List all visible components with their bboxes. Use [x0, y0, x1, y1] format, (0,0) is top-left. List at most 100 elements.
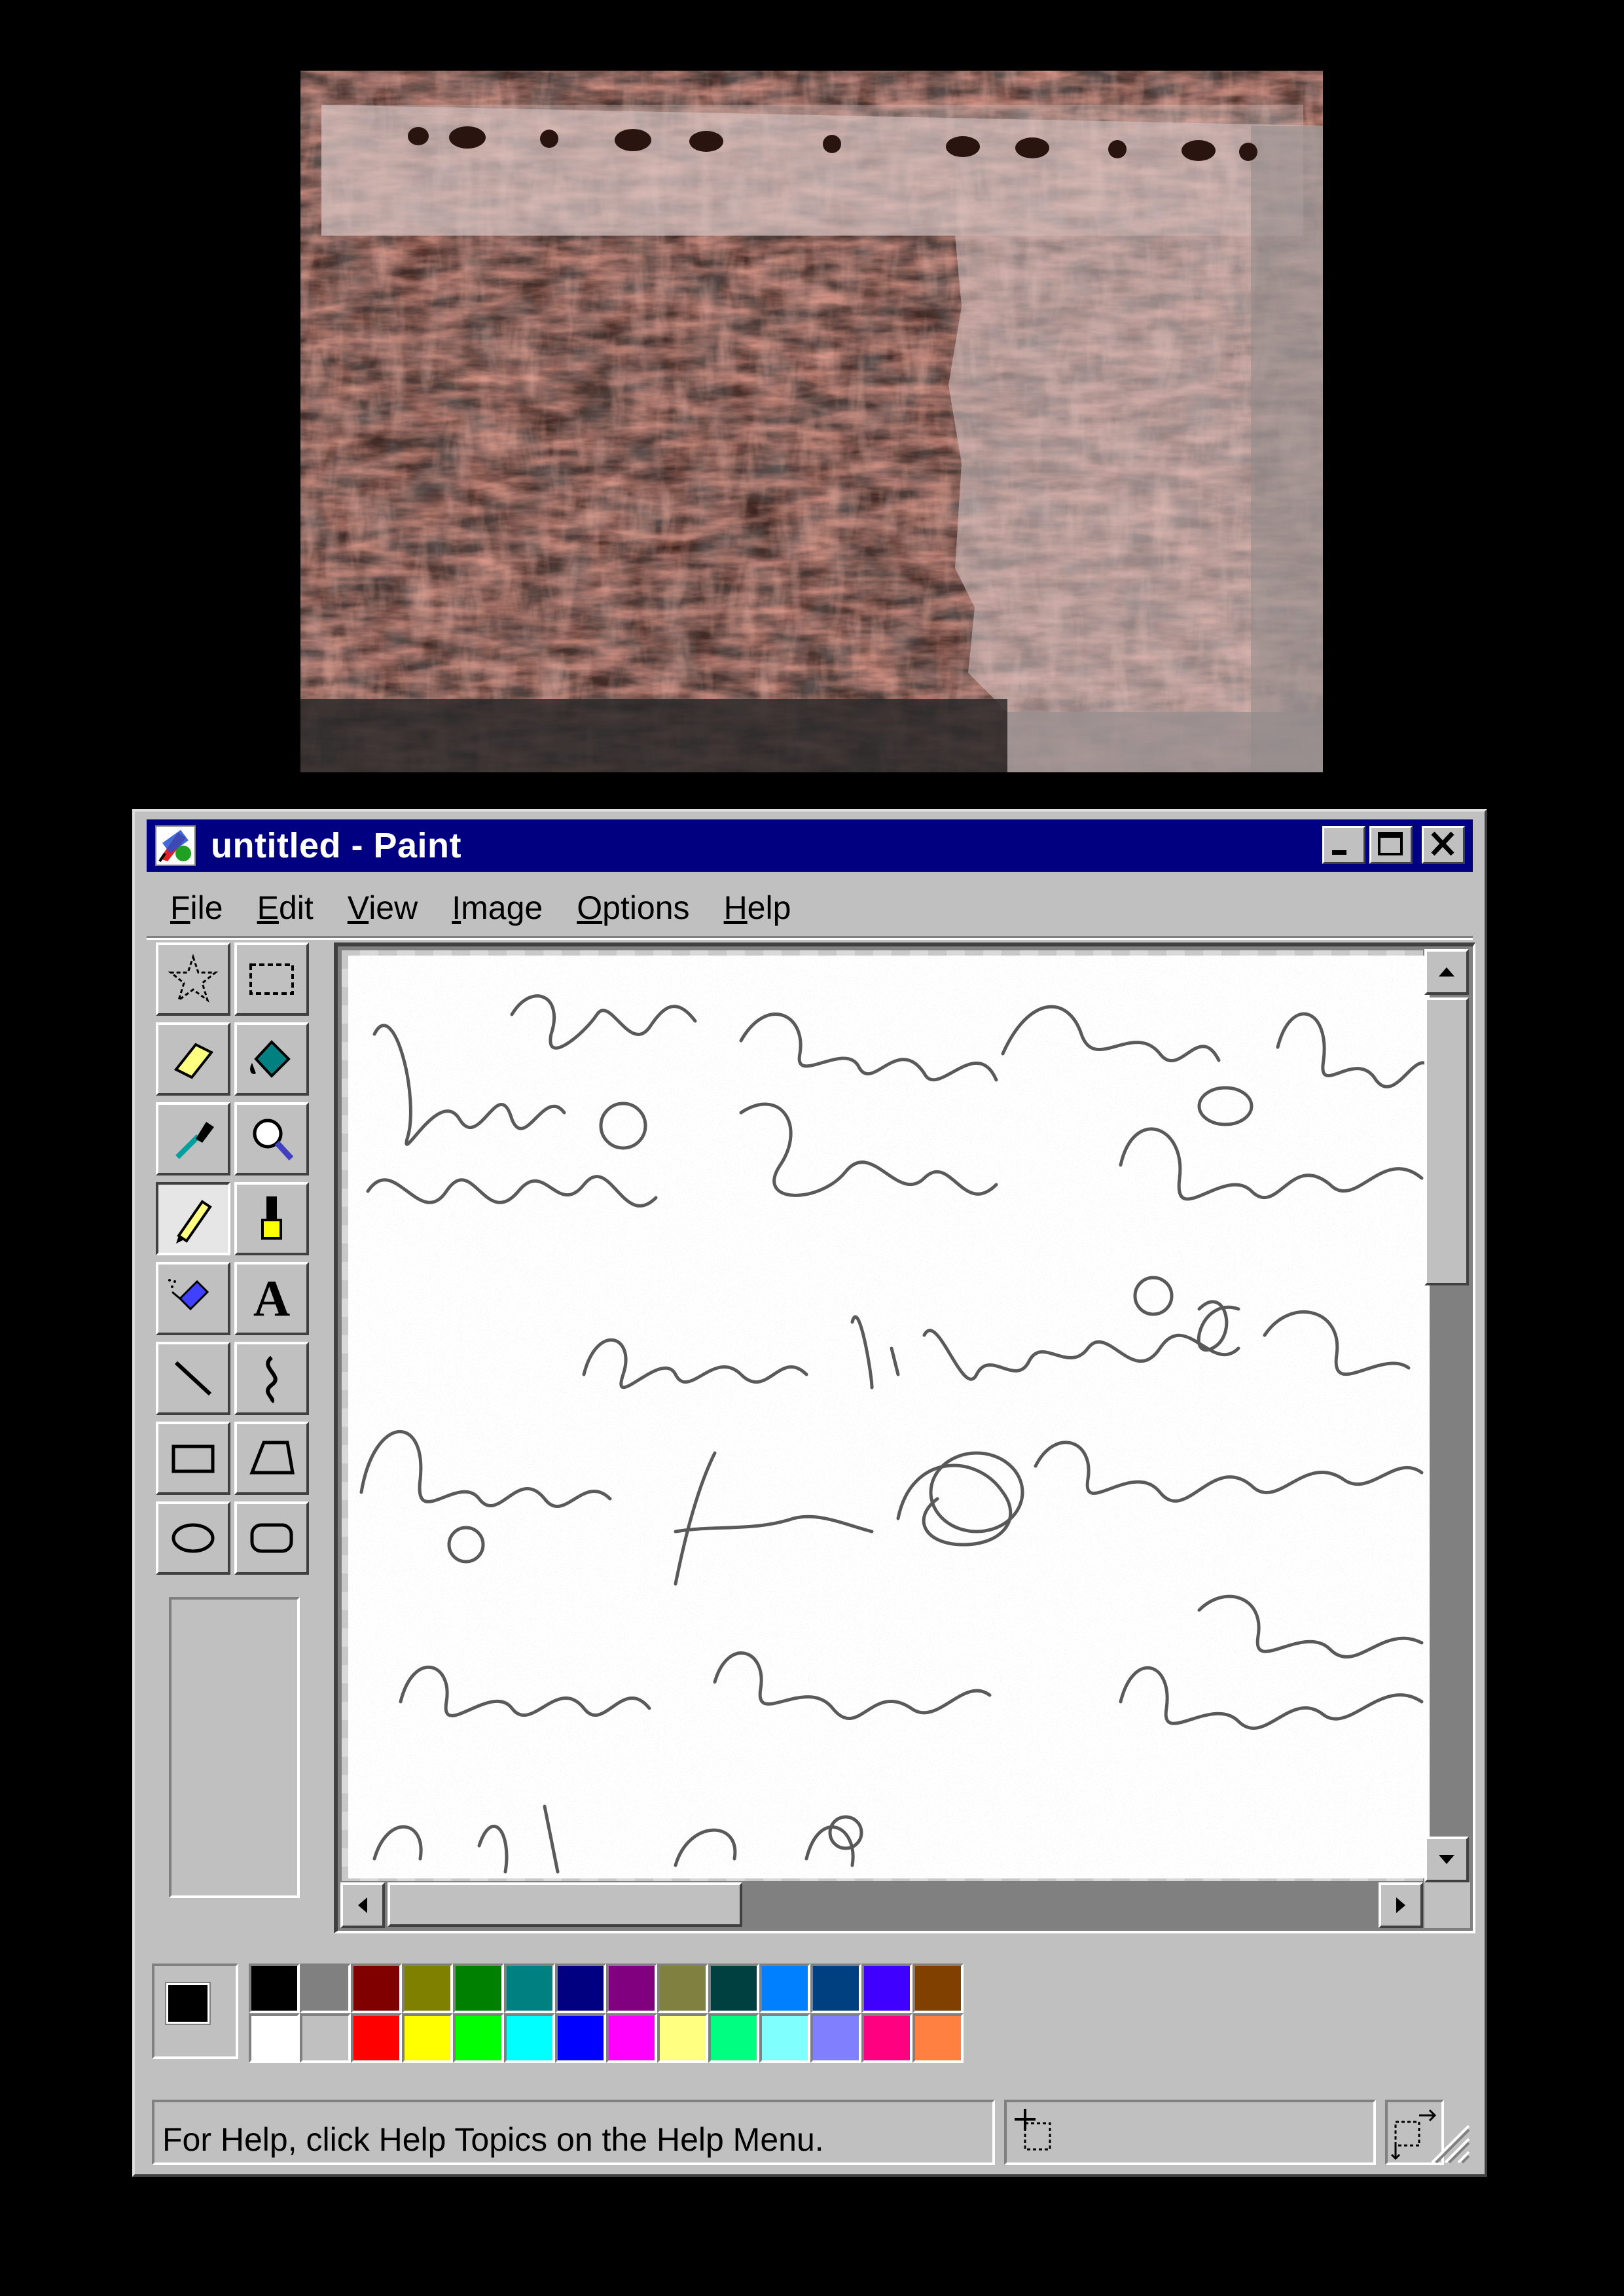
scroll-left-button[interactable]: [340, 1882, 385, 1928]
scroll-up-button[interactable]: [1424, 949, 1469, 995]
menu-file[interactable]: File: [153, 884, 240, 929]
tool-fill-bucket-button[interactable]: [234, 1022, 309, 1096]
menu-accelerator: E: [257, 889, 279, 926]
palette-color-swatch[interactable]: [555, 1964, 606, 2013]
menu-accelerator: V: [347, 889, 369, 926]
resize-grip-icon[interactable]: [1419, 2113, 1471, 2165]
polygon-icon: [249, 1441, 295, 1475]
menu-label-rest: elp: [747, 889, 791, 926]
arrow-down-icon: [1439, 1855, 1454, 1864]
scroll-corner: [1424, 1882, 1470, 1928]
line-icon: [174, 1361, 212, 1396]
menu-label-rest: ptions: [602, 889, 690, 926]
menu-label-rest: iew: [369, 889, 418, 926]
color-picker-icon: [175, 1122, 214, 1159]
tool-magnifier-button[interactable]: [234, 1102, 309, 1175]
tool-pencil-button[interactable]: [156, 1182, 230, 1255]
palette-color-swatch[interactable]: [810, 2013, 861, 2063]
status-cursor-position: [1004, 2100, 1376, 2165]
tool-curve-button[interactable]: [234, 1342, 309, 1415]
palette-color-swatch[interactable]: [810, 1964, 861, 2013]
palette-color-swatch[interactable]: [912, 2013, 964, 2063]
cursor-position-icon: [1015, 2109, 1051, 2151]
textured-artwork-image: [300, 71, 1323, 772]
maximize-button[interactable]: [1369, 826, 1413, 864]
tool-text-button[interactable]: A: [234, 1262, 309, 1335]
palette-color-swatch[interactable]: [504, 2013, 555, 2063]
scroll-right-button[interactable]: [1379, 1882, 1423, 1928]
tool-rounded-rectangle-button[interactable]: [234, 1501, 309, 1575]
palette-color-swatch[interactable]: [351, 1964, 402, 2013]
tool-select-button[interactable]: [234, 942, 309, 1016]
palette-color-swatch[interactable]: [351, 2013, 402, 2063]
paint-window: untitled - Paint File Edit View Image Option…: [132, 809, 1487, 2177]
palette-color-swatch[interactable]: [708, 2013, 759, 2063]
color-palette: [249, 1964, 964, 2063]
menu-accelerator: F: [170, 889, 190, 926]
scroll-down-button[interactable]: [1424, 1837, 1469, 1882]
handwritten-scribble-image: [348, 956, 1430, 1878]
palette-color-swatch[interactable]: [453, 2013, 504, 2063]
tool-brush-button[interactable]: [234, 1182, 309, 1255]
rectangle-icon: [171, 1444, 215, 1473]
palette-color-swatch[interactable]: [708, 1964, 759, 2013]
palette-color-swatch[interactable]: [606, 1964, 657, 2013]
title-bar[interactable]: untitled - Paint: [147, 819, 1473, 872]
drawing-canvas[interactable]: [348, 956, 1430, 1878]
tool-free-form-select-button[interactable]: [156, 942, 230, 1016]
palette-color-swatch[interactable]: [861, 2013, 912, 2063]
maximize-icon: [1378, 832, 1403, 855]
tool-airbrush-button[interactable]: [156, 1262, 230, 1335]
palette-color-swatch[interactable]: [555, 2013, 606, 2063]
vertical-scroll-thumb[interactable]: [1424, 997, 1469, 1285]
palette-color-swatch[interactable]: [759, 2013, 810, 2063]
foreground-color-swatch[interactable]: [165, 1982, 211, 2025]
palette-color-swatch[interactable]: [402, 1964, 453, 2013]
menu-edit[interactable]: Edit: [240, 884, 331, 929]
menu-bar: File Edit View Image Options Help: [153, 884, 808, 929]
fill-bucket-icon: [250, 1040, 291, 1078]
arrow-left-icon: [358, 1897, 367, 1913]
horizontal-scrollbar[interactable]: [340, 1882, 1423, 1928]
minimize-button[interactable]: [1322, 826, 1365, 864]
palette-color-swatch[interactable]: [249, 2013, 300, 2063]
palette-color-swatch[interactable]: [912, 1964, 964, 2013]
palette-color-swatch[interactable]: [861, 1964, 912, 2013]
palette-color-swatch[interactable]: [759, 1964, 810, 2013]
arrow-right-icon: [1396, 1897, 1405, 1913]
tool-options-panel[interactable]: [169, 1597, 300, 1898]
tool-eraser-button[interactable]: [156, 1022, 230, 1096]
menu-options[interactable]: Options: [560, 884, 706, 929]
rounded-rectangle-icon: [250, 1523, 293, 1553]
palette-color-swatch[interactable]: [657, 2013, 708, 2063]
menu-view[interactable]: View: [331, 884, 435, 929]
tool-color-picker-button[interactable]: [156, 1102, 230, 1175]
menu-divider: [147, 936, 1473, 940]
palette-color-swatch[interactable]: [606, 2013, 657, 2063]
brush-icon: [261, 1196, 282, 1240]
palette-color-swatch[interactable]: [402, 2013, 453, 2063]
menu-label-rest: ile: [190, 889, 223, 926]
menu-accelerator: H: [723, 889, 748, 926]
palette-color-swatch[interactable]: [300, 2013, 351, 2063]
ellipse-icon: [171, 1523, 215, 1553]
palette-color-swatch[interactable]: [249, 1964, 300, 2013]
current-colors[interactable]: [152, 1964, 238, 2059]
menu-help[interactable]: Help: [707, 884, 808, 929]
palette-color-swatch[interactable]: [657, 1964, 708, 2013]
menu-image[interactable]: Image: [435, 884, 560, 929]
tool-line-button[interactable]: [156, 1342, 230, 1415]
close-button[interactable]: [1422, 826, 1465, 864]
select-icon: [249, 963, 294, 995]
vertical-scrollbar[interactable]: [1424, 949, 1470, 1882]
palette-color-swatch[interactable]: [453, 1964, 504, 2013]
palette-color-swatch[interactable]: [300, 1964, 351, 2013]
palette-color-swatch[interactable]: [504, 1964, 555, 2013]
horizontal-scroll-thumb[interactable]: [388, 1882, 742, 1927]
status-bar: For Help, click Help Topics on the Help …: [152, 2100, 1471, 2168]
arrow-up-icon: [1439, 967, 1454, 977]
tool-ellipse-button[interactable]: [156, 1501, 230, 1575]
tool-polygon-button[interactable]: [234, 1422, 309, 1495]
menu-accelerator: I: [452, 889, 461, 926]
tool-rectangle-button[interactable]: [156, 1422, 230, 1495]
